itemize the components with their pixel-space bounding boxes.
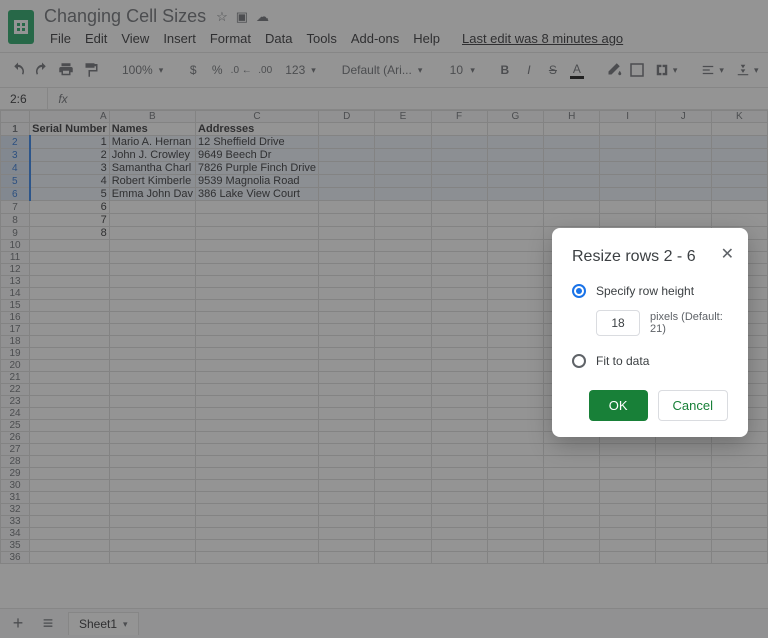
option-fit-to-data[interactable]: Fit to data: [572, 354, 728, 368]
option-fit-to-data-label: Fit to data: [596, 354, 649, 368]
option-specify-height[interactable]: Specify row height: [572, 284, 728, 298]
radio-checked-icon: [572, 284, 586, 298]
row-height-hint: pixels (Default: 21): [650, 311, 728, 335]
cancel-button[interactable]: Cancel: [658, 390, 728, 421]
option-specify-height-label: Specify row height: [596, 284, 694, 298]
close-icon[interactable]: ✕: [721, 244, 734, 264]
row-height-input[interactable]: [596, 310, 640, 336]
dialog-title: Resize rows 2 - 6: [572, 248, 728, 266]
ok-button[interactable]: OK: [589, 390, 648, 421]
radio-unchecked-icon: [572, 354, 586, 368]
resize-rows-dialog: Resize rows 2 - 6 ✕ Specify row height p…: [552, 228, 748, 437]
